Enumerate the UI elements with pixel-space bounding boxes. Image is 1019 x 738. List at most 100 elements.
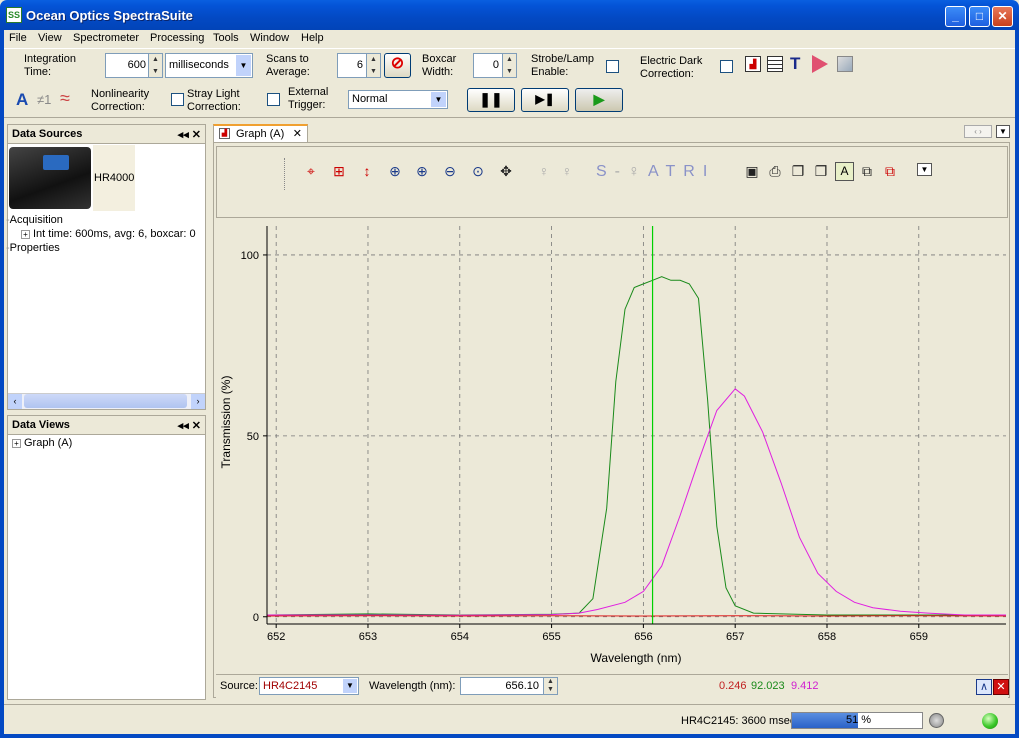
minimize-button[interactable]: _	[945, 6, 966, 27]
menu-view[interactable]: View	[38, 32, 62, 44]
close-tab-icon[interactable]: ✕	[293, 127, 302, 140]
save-icon[interactable]: ▣	[743, 163, 761, 180]
panel-controls[interactable]: ◂◂ ✕	[178, 128, 201, 141]
chevron-down-icon[interactable]: ▼	[236, 55, 251, 76]
scope-mode-icon[interactable]: S	[596, 163, 615, 180]
bulb-off-icon[interactable]: ♀	[535, 163, 553, 179]
status-text: HR4C2145: 3600 msec	[681, 715, 796, 727]
absorbance-mode-icon[interactable]: A	[648, 163, 665, 180]
window-frame-left	[0, 30, 4, 738]
menu-spectrometer[interactable]: Spectrometer	[73, 32, 139, 44]
peak-icon[interactable]: ∧	[976, 679, 992, 695]
tree-acquisition[interactable]: -Acquisition	[6, 213, 63, 227]
menu-processing[interactable]: Processing	[150, 32, 204, 44]
bulb-mode-icon[interactable]: -♀	[615, 163, 648, 180]
scroll-thumb[interactable]	[24, 394, 187, 408]
series-line-0	[266, 276, 1006, 616]
color-view-icon[interactable]	[812, 55, 828, 73]
wave-mode-icon[interactable]: ≈	[60, 88, 70, 109]
overlay-icon[interactable]: A	[835, 162, 854, 181]
stray-light-checkbox[interactable]	[267, 93, 280, 106]
menu-help[interactable]: Help	[301, 32, 324, 44]
integration-time-value: 600	[127, 59, 146, 71]
zoom-out-icon[interactable]: ⊖	[441, 163, 459, 180]
pan-icon[interactable]: ✥	[497, 163, 515, 180]
pause-button[interactable]: ❚❚	[467, 88, 515, 112]
graph-view-icon[interactable]: ▟	[745, 56, 761, 72]
x-tick-label: 653	[359, 631, 377, 643]
chevron-down-icon[interactable]: ▼	[343, 679, 357, 693]
overlay-delete-icon[interactable]: ⧉	[881, 163, 899, 180]
copy-icon[interactable]: ❐	[789, 163, 807, 180]
scans-to-average-input[interactable]: 6 ▲ ▼	[337, 53, 381, 78]
menu-tools[interactable]: Tools	[213, 32, 239, 44]
source-select[interactable]: HR4C2145 ▼	[259, 677, 359, 695]
spectrum-chart[interactable]: 652 653 654 655 656 657 658 659 0 50 100 Wavelengt…	[216, 222, 1008, 670]
graph-menu-chevron-icon[interactable]: ▼	[917, 163, 932, 176]
horizontal-scrollbar[interactable]: ‹ ›	[8, 393, 205, 409]
external-trigger-label: External Trigger:	[288, 86, 329, 111]
nonlinearity-checkbox[interactable]	[171, 93, 184, 106]
boxcar-width-input[interactable]: 0 ▲ ▼	[473, 53, 517, 78]
zoom-reset-icon[interactable]: ⊙	[469, 163, 487, 180]
strobe-lamp-checkbox[interactable]	[606, 60, 619, 73]
ratio-mode-icon[interactable]: ≠1	[37, 92, 51, 107]
data-sources-title: Data Sources	[12, 128, 83, 140]
menu-file[interactable]: File	[9, 32, 27, 44]
mode-letters[interactable]: S-♀ATRI	[596, 163, 715, 181]
data-views-panel: Data Views ◂◂ ✕ + Graph (A)	[7, 415, 206, 700]
play-button[interactable]: ▶	[575, 88, 623, 112]
chart-series	[266, 226, 1007, 624]
zoom-in-icon[interactable]: ⊕	[413, 163, 431, 180]
table-view-icon[interactable]	[767, 56, 783, 72]
data-sources-header: Data Sources ◂◂ ✕	[8, 125, 205, 144]
scroll-right-icon[interactable]: ›	[191, 394, 205, 409]
copy-graph-icon[interactable]: ❐	[812, 163, 830, 180]
data-views-header: Data Views ◂◂ ✕	[8, 416, 205, 435]
tree-graph-a[interactable]: + Graph (A)	[12, 436, 72, 450]
scans-spinner[interactable]: ▲ ▼	[366, 54, 380, 77]
integration-time-spinner[interactable]: ▲ ▼	[148, 54, 162, 77]
x-axis-label: Wavelength (nm)	[591, 651, 682, 665]
settings-gear-icon[interactable]	[929, 713, 944, 728]
maximize-button[interactable]: □	[969, 6, 990, 27]
wavelength-input[interactable]: 656.10 ▲ ▼	[460, 677, 558, 695]
trigger-mode-select[interactable]: Normal ▼	[348, 90, 448, 109]
source-value: HR4C2145	[263, 680, 318, 692]
scroll-left-icon[interactable]: ‹	[8, 394, 22, 409]
device-name[interactable]: HR4000	[93, 145, 135, 211]
image-view-icon[interactable]	[837, 56, 853, 72]
crosshair-icon[interactable]: ⌖	[302, 163, 320, 180]
absorbance-mode-icon[interactable]: A	[16, 90, 28, 110]
wavelength-spinner[interactable]: ▲ ▼	[543, 678, 557, 694]
close-button[interactable]: ✕	[992, 6, 1013, 27]
tree-acq-detail[interactable]: + Int time: 600ms, avg: 6, boxcar: 0	[21, 227, 196, 241]
overlay-add-icon[interactable]: ⧉	[858, 163, 876, 180]
print-icon[interactable]: ⎙	[766, 163, 784, 180]
step-button[interactable]: ▶❚	[521, 88, 569, 112]
electric-dark-checkbox[interactable]	[720, 60, 733, 73]
reflection-mode-icon[interactable]: R	[683, 163, 703, 180]
panel-controls[interactable]: ◂◂ ✕	[178, 419, 201, 432]
boxcar-spinner[interactable]: ▲ ▼	[502, 54, 516, 77]
stop-sign-icon[interactable]: ⊘	[384, 53, 411, 78]
x-tick-label: 654	[451, 631, 469, 643]
readout-magenta: 9.412	[791, 680, 819, 692]
irradiance-mode-icon[interactable]: I	[703, 163, 715, 180]
chevron-down-icon[interactable]: ▼	[431, 92, 446, 107]
tab-graph-a[interactable]: ▟ Graph (A) ✕	[213, 124, 308, 143]
integration-unit-select[interactable]: milliseconds ▼	[165, 53, 253, 78]
menu-window[interactable]: Window	[250, 32, 289, 44]
transmission-mode-icon[interactable]: T	[665, 163, 683, 180]
integration-time-input[interactable]: 600 ▲ ▼	[105, 53, 163, 78]
chart-grid	[267, 226, 1006, 624]
zoom-fit-icon[interactable]: ⊕	[386, 163, 404, 180]
clear-icon[interactable]: ✕	[993, 679, 1009, 695]
tab-list-chevron-icon[interactable]: ▼	[996, 125, 1010, 138]
text-view-icon[interactable]: T	[790, 54, 800, 74]
zoom-vertical-icon[interactable]: ↕	[358, 163, 376, 179]
tab-nav-arrows[interactable]: ‹ ›	[964, 125, 992, 138]
tree-properties[interactable]: -Properties	[6, 241, 60, 255]
zoom-box-icon[interactable]: ⊞	[330, 163, 348, 180]
bulb-icon[interactable]: ♀	[558, 163, 576, 179]
